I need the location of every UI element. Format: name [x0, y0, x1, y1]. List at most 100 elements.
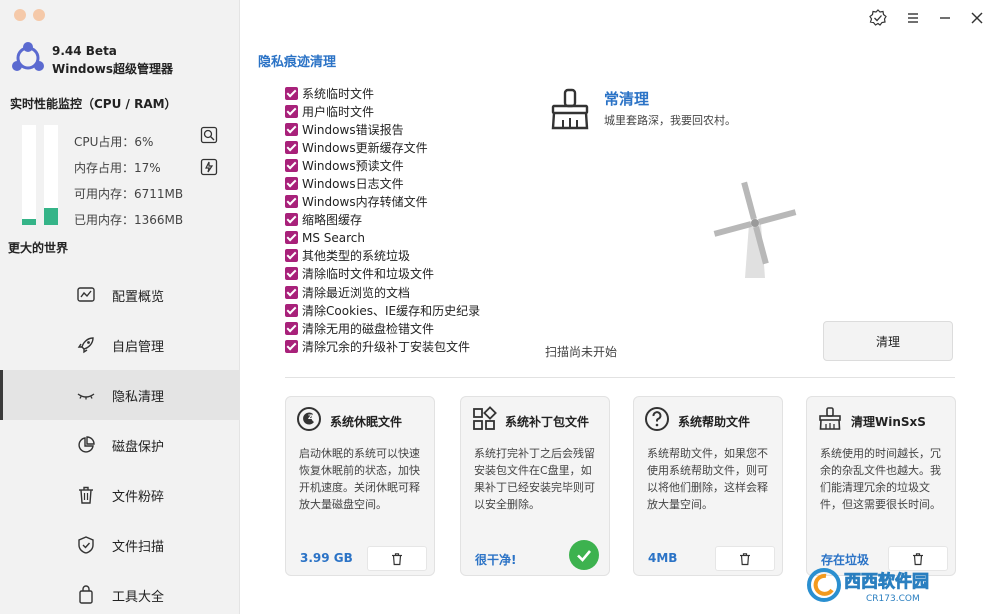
nav-item-scan[interactable]: 文件扫描 [0, 520, 240, 570]
privacy-checklist: 系统临时文件用户临时文件 Windows错误报告 Windows更新缓存文件 Wind… [285, 84, 480, 355]
checklist-item[interactable]: 清除冗余的升级补丁安装包文件 [285, 337, 480, 355]
checklist-item[interactable]: Windows内存转储文件 [285, 193, 480, 211]
checklist-label: MS Search [302, 230, 366, 245]
delete-hibernate-button[interactable] [367, 546, 427, 571]
checklist-label: 其他类型的系统垃圾 [302, 249, 411, 264]
checkbox[interactable] [285, 122, 298, 136]
nav-item-overview[interactable]: 配置概览 [0, 270, 240, 320]
checkbox[interactable] [285, 213, 298, 227]
pie-icon [78, 436, 95, 453]
checklist-item[interactable]: 缩略图缓存 [285, 211, 480, 229]
checklist-label: Windows错误报告 [302, 122, 404, 137]
checkbox[interactable] [285, 249, 298, 263]
checklist-label: 清除无用的磁盘检错文件 [302, 321, 435, 336]
card-title: 清理WinSxS [851, 415, 926, 429]
card-winsxs: 清理WinSxS 系统使用的时间越长，冗余的杂乱文件也越大。我们能清理冗余的垃圾… [806, 396, 956, 576]
watermark-url: CR173.COM [866, 594, 920, 604]
checkbox[interactable] [285, 195, 298, 209]
checklist-label: 清除最近浏览的文档 [302, 285, 411, 300]
available-memory: 可用内存：6711MB [74, 187, 184, 201]
clean-title: 常清理 [604, 90, 650, 108]
nav-item-startup[interactable]: 自启管理 [0, 320, 240, 370]
card-description: 系统打完补丁之后会残留安装包文件在C盘里，如果补丁已经安装完毕则可以安全删除。 [474, 447, 595, 511]
clean-button[interactable]: 清理 [823, 321, 953, 361]
checklist-item[interactable]: 清除无用的磁盘检错文件 [285, 319, 480, 337]
sleep-icon: Z [297, 407, 321, 431]
nav-label: 自启管理 [112, 339, 165, 355]
rocket-icon [77, 337, 94, 354]
svg-text:Z: Z [308, 414, 313, 421]
checklist-label: Windows内存转储文件 [302, 195, 428, 210]
card-value: 4MB [648, 551, 678, 565]
memory-bar [44, 125, 58, 225]
minimize-icon[interactable] [936, 9, 954, 27]
watermark-text: 西西软件园 [844, 571, 929, 592]
help-icon [645, 407, 669, 431]
checkbox[interactable] [285, 86, 298, 100]
sidebar: 9.44 Beta Windows超级管理器 实时性能监控（CPU / RAM）… [0, 0, 240, 614]
nav-label: 配置概览 [112, 289, 165, 305]
checklist-item[interactable]: 清除最近浏览的文档 [285, 283, 480, 301]
memory-optimize-icon[interactable] [200, 158, 218, 176]
card-title: 系统帮助文件 [678, 415, 751, 429]
chart-icon [77, 287, 95, 302]
checklist-item[interactable]: 系统临时文件 [285, 84, 480, 102]
nav-item-privacy[interactable]: 隐私清理 [0, 370, 240, 420]
checkbox[interactable] [285, 231, 298, 245]
checklist-item[interactable]: Windows更新缓存文件 [285, 138, 480, 156]
nav-item-disk[interactable]: 磁盘保护 [0, 420, 240, 470]
cpu-bar [22, 125, 36, 225]
checklist-label: Windows预读文件 [302, 158, 404, 173]
nav-label: 工具大全 [112, 589, 165, 605]
checklist-label: 用户临时文件 [302, 104, 375, 119]
checkbox[interactable] [285, 140, 298, 154]
checklist-label: 清除冗余的升级补丁安装包文件 [302, 339, 471, 354]
verified-icon[interactable] [869, 9, 887, 27]
checklist-item[interactable]: 清除Cookies、IE缓存和历史纪录 [285, 301, 480, 319]
checkbox[interactable] [285, 303, 298, 317]
speed-image-icon[interactable] [200, 126, 218, 144]
trash-icon [740, 552, 750, 565]
checkbox[interactable] [285, 339, 298, 353]
checklist-item[interactable]: 其他类型的系统垃圾 [285, 247, 480, 265]
checklist-item[interactable]: 清除临时文件和垃圾文件 [285, 265, 480, 283]
memory-usage: 内存占用：17% [74, 161, 161, 175]
nav-label: 文件扫描 [112, 539, 165, 555]
card-title: 系统休眠文件 [330, 415, 403, 429]
divider [285, 377, 955, 378]
menu-icon[interactable] [904, 9, 922, 27]
checkbox[interactable] [285, 285, 298, 299]
delete-help-button[interactable] [715, 546, 775, 571]
checklist-item[interactable]: MS Search [285, 229, 480, 247]
window-dot-minimize[interactable] [33, 9, 45, 21]
section-title: 隐私痕迹清理 [258, 55, 337, 70]
checkbox[interactable] [285, 158, 298, 172]
trash-icon [392, 552, 402, 565]
cpu-usage: CPU占用：6% [74, 135, 154, 149]
checkbox[interactable] [285, 321, 298, 335]
shield-icon [78, 536, 94, 554]
card-value: 3.99 GB [300, 551, 353, 565]
used-memory: 已用内存：1366MB [74, 213, 184, 227]
checkbox[interactable] [285, 104, 298, 118]
checklist-label: 清除Cookies、IE缓存和历史纪录 [302, 303, 481, 318]
card-description: 启动休眠的系统可以快速恢复休眠前的状态，加快开机速度。关闭休眠可释放大量磁盘空间… [299, 447, 420, 511]
bag-icon [79, 585, 93, 604]
card-value: 很干净! [475, 553, 517, 567]
checkbox[interactable] [285, 267, 298, 281]
checklist-item[interactable]: 用户临时文件 [285, 102, 480, 120]
app-version: 9.44 Beta [52, 44, 117, 58]
checklist-item[interactable]: Windows日志文件 [285, 174, 480, 192]
clean-ok-icon [569, 540, 599, 570]
checklist-item[interactable]: Windows预读文件 [285, 156, 480, 174]
nav-label: 隐私清理 [112, 389, 165, 405]
checkbox[interactable] [285, 177, 298, 191]
checklist-label: Windows日志文件 [302, 177, 404, 192]
close-icon[interactable] [968, 9, 986, 27]
app-name: Windows超级管理器 [52, 62, 173, 76]
nav-item-shred[interactable]: 文件粉碎 [0, 470, 240, 520]
window-dot-close[interactable] [14, 9, 26, 21]
nav-item-tools[interactable]: 工具大全 [0, 570, 240, 614]
grid-icon [473, 406, 497, 430]
checklist-item[interactable]: Windows错误报告 [285, 120, 480, 138]
